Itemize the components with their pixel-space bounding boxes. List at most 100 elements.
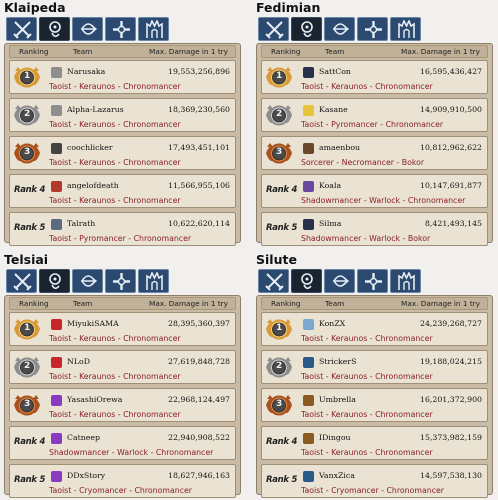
max-damage-value: 10,622,620,114 [167,219,230,228]
team-composition: Shadowmancer - Warlock - Chronomancer [49,448,214,457]
team-column-header: Team [325,299,345,308]
table-row[interactable]: 1 KonZX 24,239,268,727 Taoist - Keraunos - … [261,312,488,346]
team-composition: Taoist - Keraunos - Chronomancer [49,372,181,381]
table-row[interactable]: Rank 5 Silma 8,421,493,145 Shadowmancer - W… [261,212,488,246]
damage-column-header: Max. Damage in 1 try [401,47,480,56]
tab-bow[interactable] [72,269,103,293]
team-composition: Taoist - Keraunos - Chronomancer [49,158,181,167]
tab-wizard[interactable] [39,269,70,293]
team-column-header: Team [73,299,93,308]
max-damage-value: 16,201,372,900 [419,395,482,404]
tab-castle-gate[interactable] [138,17,169,41]
damage-column-header: Max. Damage in 1 try [149,47,228,56]
rank-number: 3 [276,399,283,409]
panel-title: Silute [256,252,297,267]
red-banner-icon [51,181,62,192]
player-name: amaenbou [319,143,361,152]
table-header: Ranking Team Max. Damage in 1 try [9,297,236,310]
player-name: MiyukiSAMA [67,319,119,328]
purple-figure-icon [51,471,62,482]
moon-icon [303,219,314,230]
player-name: DDxStory [67,471,106,480]
player-name: Alpha-Lazarus [67,105,124,114]
tab-crossed-swords[interactable] [258,269,289,293]
tab-castle-gate[interactable] [390,17,421,41]
table-row[interactable]: 1 MiyukiSAMA 28,395,360,397 Taoist - Keraun… [9,312,236,346]
tab-cross[interactable] [357,17,388,41]
player-name: VanxZica [319,471,355,480]
table-header: Ranking Team Max. Damage in 1 try [9,45,236,58]
tab-crossed-swords[interactable] [6,269,37,293]
blue-shield-icon [303,471,314,482]
player-name: Kasane [319,105,348,114]
team-composition: Taoist - Keraunos - Chronomancer [49,82,181,91]
team-composition: Taoist - Keraunos - Chronomancer [301,334,433,343]
tab-castle-gate[interactable] [390,269,421,293]
horn-icon [303,433,314,444]
tab-crossed-swords[interactable] [258,17,289,41]
player-name: Talrath [67,219,96,228]
table-row[interactable]: 3 Umbrella 16,201,372,900 Taoist - Keraunos… [261,388,488,422]
team-composition: Taoist - Cryomancer - Chronomancer [49,486,192,495]
rank-number: 2 [24,109,31,119]
table-row[interactable]: 3 amaenbou 10,812,962,622 Sorcerer - Necrom… [261,136,488,170]
panel-title: Fedimian [256,0,321,15]
max-damage-value: 19,553,256,896 [167,67,230,76]
max-damage-value: 10,147,691,877 [419,181,482,190]
team-composition: Taoist - Keraunos - Chronomancer [49,410,181,419]
table-row[interactable]: Rank 4 Koala 10,147,691,877 Shadowmancer - … [261,174,488,208]
team-composition: Taoist - Keraunos - Chronomancer [49,334,181,343]
team-composition: Taoist - Keraunos - Chronomancer [301,448,433,457]
tab-cross[interactable] [105,269,136,293]
ranking-column-header: Ranking [19,47,49,56]
tab-bow[interactable] [324,269,355,293]
tab-castle-gate[interactable] [138,269,169,293]
ranking-table: Ranking Team Max. Damage in 1 try 1 SattCon 1… [256,43,493,246]
max-damage-value: 10,812,962,622 [419,143,482,152]
rank-label: Rank 5 [266,223,298,233]
player-name: Silma [319,219,342,228]
ranking-panel: Silute Ranking Team Max. Damage in 1 try 1 Ko… [252,252,497,500]
max-damage-value: 18,369,230,560 [167,105,230,114]
table-row[interactable]: Rank 5 Talrath 10,622,620,114 Taoist - Pyro… [9,212,236,246]
tab-cross[interactable] [105,17,136,41]
table-row[interactable]: 2 StrickerS 19,188,024,215 Taoist - Kerauno… [261,350,488,384]
table-row[interactable]: Rank 5 VanxZica 14,597,538,130 Taoist - Cry… [261,464,488,498]
player-name: coochlicker [67,143,113,152]
table-row[interactable]: 2 NLoD 27,619,848,728 Taoist - Keraunos - C… [9,350,236,384]
max-damage-value: 18,627,946,163 [167,471,230,480]
player-name: angelofdeath [67,181,119,190]
table-row[interactable]: 3 coochlicker 17,493,451,101 Taoist - Kerau… [9,136,236,170]
table-row[interactable]: 1 Narusaka 19,553,256,896 Taoist - Keraunos… [9,60,236,94]
tab-cross[interactable] [357,269,388,293]
tab-wizard[interactable] [291,269,322,293]
horn-icon [303,395,314,406]
rank-number: 3 [276,147,283,157]
tab-bow[interactable] [324,17,355,41]
table-row[interactable]: 2 Kasane 14,909,910,500 Taoist - Pyromancer… [261,98,488,132]
ranking-column-header: Ranking [271,299,301,308]
team-composition: Taoist - Keraunos - Chronomancer [49,196,181,205]
table-row[interactable]: Rank 5 DDxStory 18,627,946,163 Taoist - Cry… [9,464,236,498]
player-name: StrickerS [319,357,357,366]
table-row[interactable]: Rank 4 angelofdeath 11,566,955,106 Taoist -… [9,174,236,208]
table-row[interactable]: 2 Alpha-Lazarus 18,369,230,560 Taoist - Ker… [9,98,236,132]
player-name: Narusaka [67,67,106,76]
cat-icon [303,143,314,154]
team-composition: Taoist - Pyromancer - Chronomancer [49,234,192,243]
team-composition: Taoist - Keraunos - Chronomancer [49,120,181,129]
table-row[interactable]: Rank 4 Catneep 22,940,908,522 Shadowmancer … [9,426,236,460]
table-row[interactable]: 1 SattCon 16,595,436,427 Taoist - Keraunos … [261,60,488,94]
max-damage-value: 15,373,982,159 [419,433,482,442]
rank-number: 1 [276,323,283,333]
rank-label: Rank 4 [14,437,46,447]
tab-crossed-swords[interactable] [6,17,37,41]
table-row[interactable]: 3 YasashiOrewa 22,968,124,497 Taoist - Kera… [9,388,236,422]
table-row[interactable]: Rank 4 IDingou 15,373,982,159 Taoist - Kera… [261,426,488,460]
moon-icon [303,67,314,78]
tab-bow[interactable] [72,17,103,41]
ranking-panel: Klaipeda Ranking Team Max. Damage in 1 try 1… [0,0,245,248]
tab-wizard[interactable] [39,17,70,41]
tab-wizard[interactable] [291,17,322,41]
ranking-table: Ranking Team Max. Damage in 1 try 1 MiyukiSA… [4,295,241,498]
